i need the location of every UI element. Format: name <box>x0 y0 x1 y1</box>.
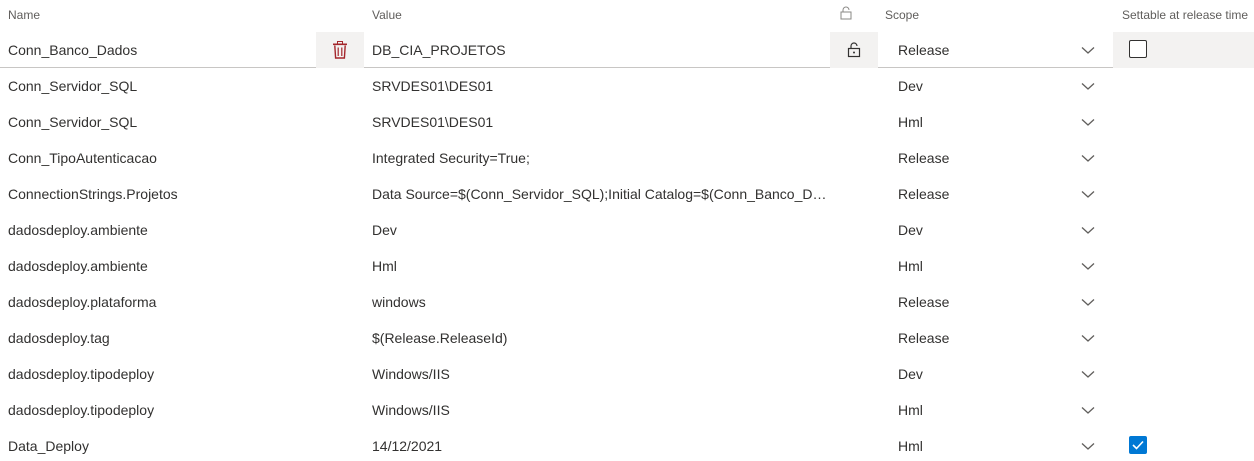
variable-value: Dev <box>372 222 397 238</box>
chevron-down-icon[interactable] <box>1081 403 1095 417</box>
variable-value: SRVDES01\DES01 <box>372 78 494 94</box>
variable-row[interactable]: dadosdeploy.tipodeploy Windows/IIS Dev <box>0 356 1254 392</box>
variable-name: Data_Deploy <box>8 438 89 454</box>
scope-value[interactable]: Dev <box>898 212 1058 248</box>
variable-name[interactable]: Conn_Banco_Dados <box>8 32 308 68</box>
column-header-settable[interactable]: Settable at release time <box>1122 8 1248 22</box>
variable-row[interactable]: Conn_Servidor_SQL SRVDES01\DES01 Hml <box>0 104 1254 140</box>
chevron-down-icon[interactable] <box>1081 331 1095 345</box>
variable-name: Conn_Servidor_SQL <box>8 78 138 94</box>
variable-row[interactable]: dadosdeploy.tag $(Release.ReleaseId) Relea… <box>0 320 1254 356</box>
column-header-value[interactable]: Value <box>372 8 402 22</box>
variable-name: dadosdeploy.tipodeploy <box>8 402 155 418</box>
variable-value: Data Source=$(Conn_Servidor_SQL);Initial… <box>372 186 827 202</box>
chevron-down-icon[interactable] <box>1081 187 1095 201</box>
variable-name: dadosdeploy.plataforma <box>8 294 157 310</box>
variable-value: $(Release.ReleaseId) <box>372 330 508 346</box>
lock-icon <box>840 6 852 20</box>
variable-row[interactable]: dadosdeploy.ambiente Dev Dev <box>0 212 1254 248</box>
variable-name: dadosdeploy.ambiente <box>8 258 148 274</box>
variable-value: SRVDES01\DES01 <box>372 114 494 130</box>
column-header-name[interactable]: Name <box>8 8 40 22</box>
variable-value: windows <box>372 294 426 310</box>
chevron-down-icon[interactable] <box>1081 439 1095 453</box>
lock-icon[interactable] <box>847 41 861 58</box>
variable-row[interactable]: Conn_Servidor_SQL SRVDES01\DES01 Dev <box>0 68 1254 104</box>
chevron-down-icon[interactable] <box>1081 151 1095 165</box>
settable-checkbox[interactable] <box>1129 40 1147 58</box>
scope-value[interactable]: Hml <box>898 392 1058 428</box>
chevron-down-icon[interactable] <box>1081 79 1095 93</box>
variable-row[interactable]: ConnectionStrings.Projetos Data Source=$(… <box>0 176 1254 212</box>
variable-value: Windows/IIS <box>372 366 450 382</box>
variable-row[interactable]: dadosdeploy.ambiente Hml Hml <box>0 248 1254 284</box>
chevron-down-icon[interactable] <box>1081 367 1095 381</box>
variable-value: Windows/IIS <box>372 402 450 418</box>
column-header-scope[interactable]: Scope <box>885 8 919 22</box>
variable-value: Hml <box>372 258 397 274</box>
chevron-down-icon[interactable] <box>1081 115 1095 129</box>
grid-header: Name Value Scope Settable at release tim… <box>0 0 1254 30</box>
chevron-down-icon[interactable] <box>1081 223 1095 237</box>
scope-value[interactable]: Release <box>898 320 1058 356</box>
scope-value[interactable]: Hml <box>898 248 1058 284</box>
variable-name: dadosdeploy.tag <box>8 330 110 346</box>
chevron-down-icon[interactable] <box>1081 43 1095 57</box>
variable-row[interactable]: dadosdeploy.plataforma windows Release <box>0 284 1254 320</box>
variables-grid: Name Value Scope Settable at release tim… <box>0 0 1254 461</box>
trash-icon[interactable] <box>332 41 348 59</box>
variable-row[interactable]: Conn_Banco_Dados DB_CIA_PROJETOS Release <box>0 32 1254 68</box>
variable-value[interactable]: DB_CIA_PROJETOS <box>372 32 827 68</box>
scope-value[interactable]: Hml <box>898 104 1058 140</box>
variable-name: dadosdeploy.tipodeploy <box>8 366 155 382</box>
variable-name: Conn_Servidor_SQL <box>8 114 138 130</box>
variable-name: ConnectionStrings.Projetos <box>8 186 178 202</box>
settable-checkbox[interactable] <box>1129 436 1147 454</box>
variable-row[interactable]: Data_Deploy 14/12/2021 Hml <box>0 428 1254 461</box>
chevron-down-icon[interactable] <box>1081 259 1095 273</box>
scope-value[interactable]: Release <box>898 32 1058 68</box>
scope-value[interactable]: Release <box>898 140 1058 176</box>
variable-name: dadosdeploy.ambiente <box>8 222 148 238</box>
variable-value: Integrated Security=True; <box>372 150 530 166</box>
checkmark-icon <box>1132 440 1144 450</box>
scope-value[interactable]: Dev <box>898 68 1058 104</box>
variable-value: 14/12/2021 <box>372 438 443 454</box>
variable-row[interactable]: dadosdeploy.tipodeploy Windows/IIS Hml <box>0 392 1254 428</box>
scope-value[interactable]: Dev <box>898 356 1058 392</box>
scope-value[interactable]: Release <box>898 176 1058 212</box>
variable-name: Conn_TipoAutenticacao <box>8 150 157 166</box>
variable-row[interactable]: Conn_TipoAutenticacao Integrated Security… <box>0 140 1254 176</box>
chevron-down-icon[interactable] <box>1081 295 1095 309</box>
scope-value[interactable]: Release <box>898 284 1058 320</box>
scope-value[interactable]: Hml <box>898 428 1058 461</box>
